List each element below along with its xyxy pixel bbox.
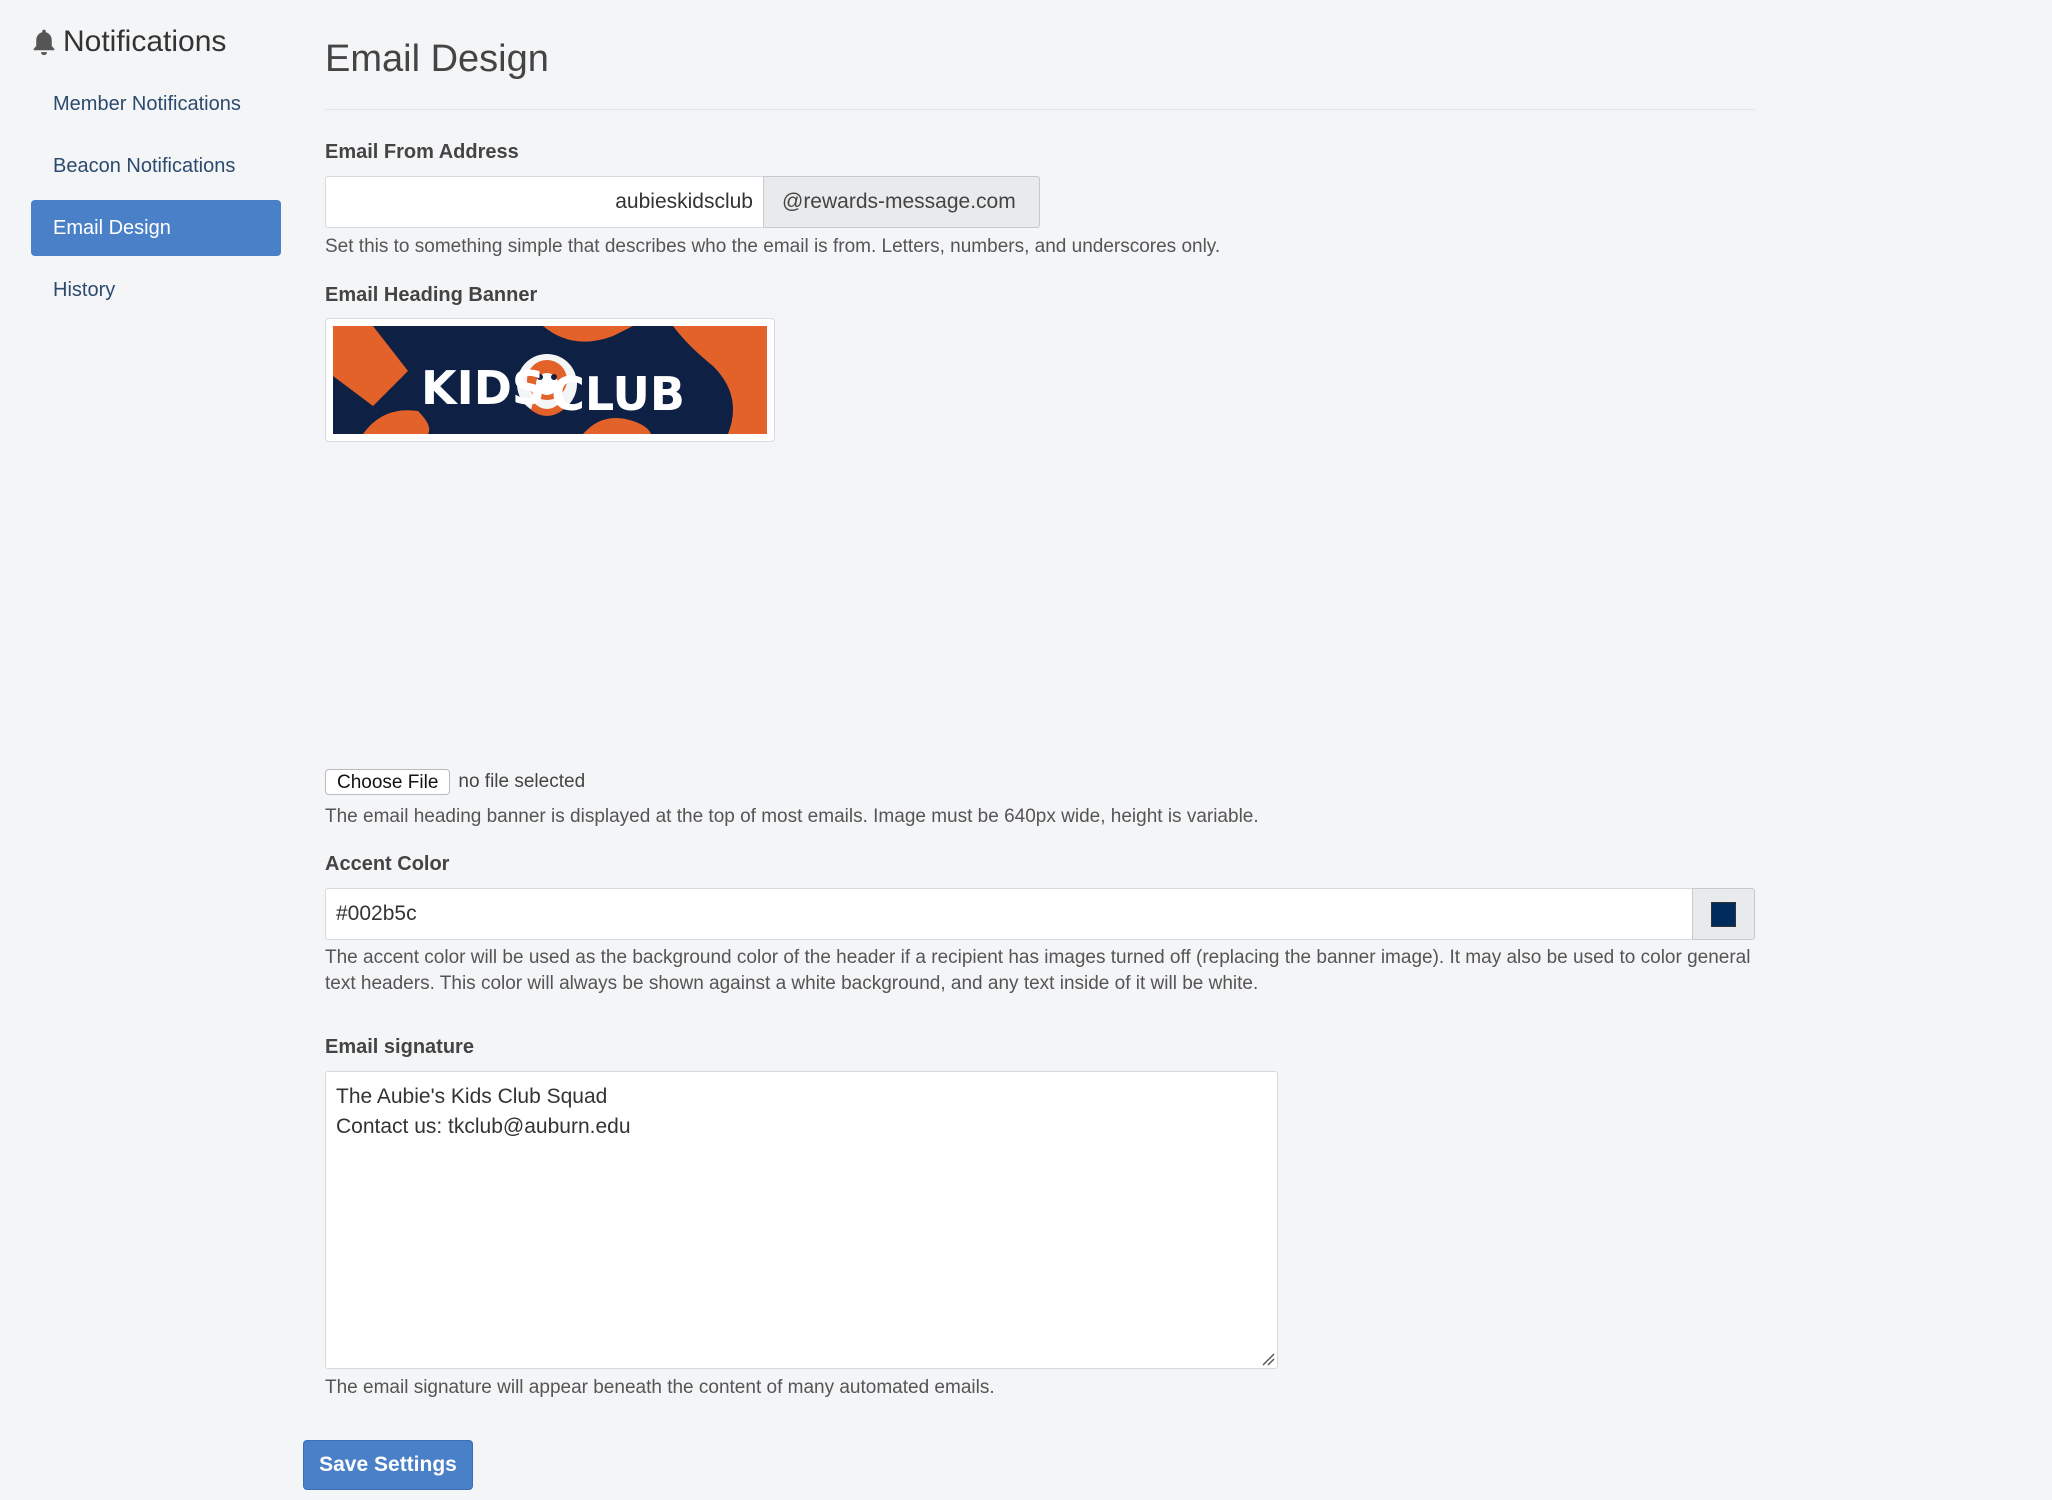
save-settings-button[interactable]: Save Settings [303,1440,473,1490]
email-signature-textarea[interactable]: The Aubie's Kids Club Squad Contact us: … [325,1071,1278,1369]
email-signature-help: The email signature will appear beneath … [325,1377,995,1398]
email-from-address-label: Email From Address [325,141,519,163]
sidebar-item-member-notifications[interactable]: Member Notifications [31,76,281,132]
page-title: Email Design [325,0,1755,110]
sidebar: Notifications Member Notifications Beaco… [31,22,281,324]
accent-color-help: The accent color will be used as the bac… [325,947,1751,994]
banner-club-text: CLUB [551,367,685,421]
color-picker-button[interactable] [1692,888,1755,940]
main-content: Email Design Email From Address @rewards… [325,0,1755,1398]
banner-image: KIDS CLUB [333,326,767,434]
accent-color-label: Accent Color [325,853,450,875]
sidebar-header: Notifications [31,22,281,62]
sidebar-item-email-design[interactable]: Email Design [31,200,281,256]
signature-line-2: Contact us: tkclub@auburn.edu [336,1115,631,1138]
file-status: no file selected [458,771,586,792]
email-domain-addon: @rewards-message.com [763,176,1040,228]
email-from-address-help: Set this to something simple that descri… [325,236,1221,257]
choose-file-button[interactable]: Choose File [325,769,451,795]
signature-line-1: The Aubie's Kids Club Squad [336,1085,608,1108]
email-heading-banner-label: Email Heading Banner [325,284,538,306]
sidebar-title: Notifications [63,25,227,58]
email-heading-banner-help: The email heading banner is displayed at… [325,806,1259,827]
accent-color-group [325,888,1755,940]
color-swatch [1711,901,1736,927]
sidebar-item-beacon-notifications[interactable]: Beacon Notifications [31,138,281,194]
email-from-address-input[interactable] [325,176,763,228]
bell-icon [33,29,55,56]
file-picker: Choose File no file selected [325,769,585,795]
sidebar-item-history[interactable]: History [31,262,281,318]
banner-kids-text: KIDS [421,361,545,415]
accent-color-input[interactable] [325,888,1692,940]
email-from-address-group: @rewards-message.com [325,176,1040,228]
banner-preview: KIDS CLUB [325,318,775,442]
resize-handle-icon[interactable] [1261,1352,1275,1366]
email-signature-label: Email signature [325,1036,474,1058]
